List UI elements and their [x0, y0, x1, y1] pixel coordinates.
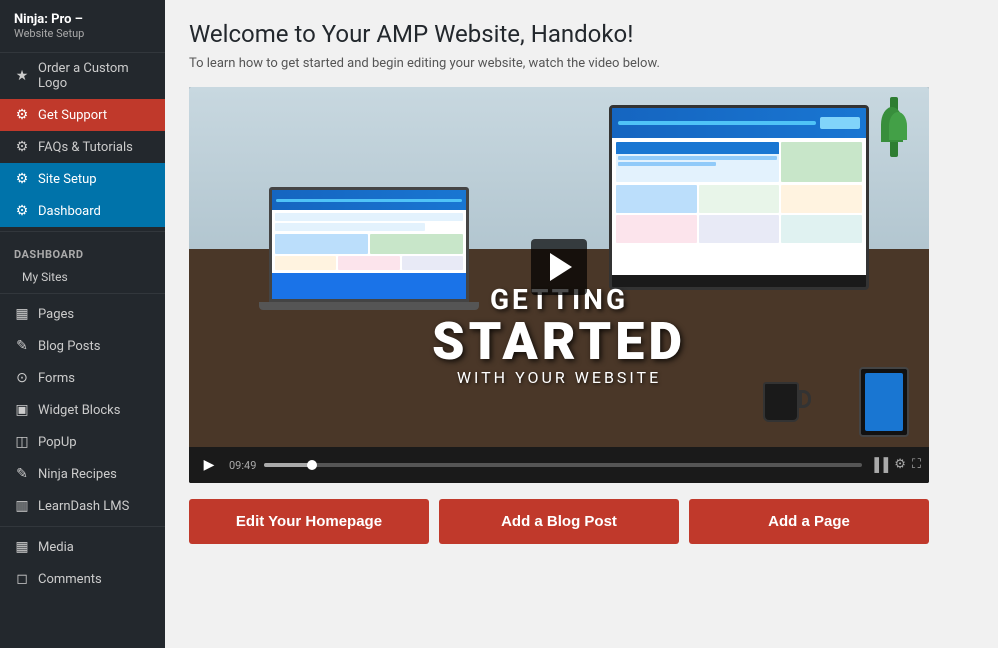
sidebar-item-label: LearnDash LMS [38, 499, 129, 514]
sidebar-item-label: Site Setup [38, 172, 97, 187]
sidebar-item-comments[interactable]: ◻ Comments [0, 563, 165, 595]
action-buttons: Edit Your Homepage Add a Blog Post Add a… [189, 499, 929, 544]
sidebar-item-label: Forms [38, 371, 75, 386]
recipes-icon: ✎ [14, 466, 30, 482]
comments-icon: ◻ [14, 571, 30, 587]
monitor-display [609, 105, 869, 290]
widget-icon: ▣ [14, 402, 30, 418]
sidebar-item-label: Comments [38, 572, 102, 587]
sidebar-item-label: Dashboard [38, 204, 101, 219]
sidebar-brand: Ninja: Pro – Website Setup [0, 0, 165, 53]
brand-sub: Website Setup [14, 27, 151, 40]
sidebar-item-blog-posts[interactable]: ✎ Blog Posts [0, 330, 165, 362]
sidebar-item-get-support[interactable]: ⚙ Get Support [0, 99, 165, 131]
sidebar-item-order-logo[interactable]: ★ Order a Custom Logo [0, 53, 165, 99]
fullscreen-icon[interactable]: ⛶ [912, 457, 921, 473]
popup-icon: ◫ [14, 434, 30, 450]
dashboard-icon: ⚙ [14, 203, 30, 219]
sidebar-section-dashboard: Dashboard [0, 236, 165, 265]
sidebar-item-forms[interactable]: ⊙ Forms [0, 362, 165, 394]
edit-homepage-button[interactable]: Edit Your Homepage [189, 499, 429, 544]
pages-icon: ▦ [14, 306, 30, 322]
sidebar-item-label: Ninja Recipes [38, 467, 117, 482]
sidebar-item-label: Media [38, 540, 74, 555]
gear-icon: ⚙ [14, 139, 30, 155]
add-page-button[interactable]: Add a Page [689, 499, 929, 544]
video-controls: ▶ 09:49 ▐▐ ⚙ ⛶ [189, 447, 929, 483]
sidebar-item-label: My Sites [22, 270, 68, 284]
sidebar-item-learndash[interactable]: ▥ LearnDash LMS [0, 490, 165, 522]
video-scene: GETTING STARTED WITH YOUR WEBSITE [189, 87, 929, 447]
sidebar-item-site-setup[interactable]: ⚙ Site Setup [0, 163, 165, 195]
plant-decoration [879, 97, 909, 177]
blog-icon: ✎ [14, 338, 30, 354]
star-icon: ★ [14, 68, 30, 84]
video-progress-dot [307, 460, 317, 470]
sidebar-item-pages[interactable]: ▦ Pages [0, 298, 165, 330]
sidebar-item-label: Blog Posts [38, 339, 100, 354]
settings-icon[interactable]: ⚙ [894, 457, 906, 473]
gear-icon: ⚙ [14, 171, 30, 187]
monitor-screen [612, 108, 866, 275]
video-container[interactable]: GETTING STARTED WITH YOUR WEBSITE ▶ 09:4… [189, 87, 929, 483]
sidebar-item-label: Get Support [38, 108, 107, 123]
gear-icon: ⚙ [14, 107, 30, 123]
video-control-icons: ▐▐ ⚙ ⛶ [870, 457, 921, 473]
sidebar-item-widget-blocks[interactable]: ▣ Widget Blocks [0, 394, 165, 426]
video-progress-bar[interactable] [264, 463, 861, 467]
video-text-overlay: GETTING STARTED WITH YOUR WEBSITE [189, 283, 929, 387]
main-content: Welcome to Your AMP Website, Handoko! To… [165, 0, 998, 648]
sidebar-item-label: FAQs & Tutorials [38, 140, 133, 155]
video-text-line2: STARTED [189, 316, 929, 368]
sidebar-item-faqs[interactable]: ⚙ FAQs & Tutorials [0, 131, 165, 163]
video-time: 09:49 [229, 459, 256, 472]
brand-name: Ninja: Pro – [14, 12, 151, 27]
monitor-header [612, 108, 866, 138]
forms-icon: ⊙ [14, 370, 30, 386]
video-text-line3: WITH YOUR WEBSITE [189, 368, 929, 387]
sidebar-item-label: Widget Blocks [38, 403, 120, 418]
sidebar-item-popup[interactable]: ◫ PopUp [0, 426, 165, 458]
volume-icon[interactable]: ▐▐ [870, 457, 888, 473]
play-button[interactable] [531, 239, 587, 295]
sidebar-item-my-sites[interactable]: My Sites [0, 265, 165, 289]
page-subtitle: To learn how to get started and begin ed… [189, 56, 974, 71]
lms-icon: ▥ [14, 498, 30, 514]
media-icon: ▦ [14, 539, 30, 555]
page-title: Welcome to Your AMP Website, Handoko! [189, 20, 974, 48]
sidebar-item-label: Pages [38, 307, 74, 322]
coffee-mug [763, 382, 799, 422]
play-icon [550, 253, 572, 281]
video-thumbnail: GETTING STARTED WITH YOUR WEBSITE [189, 87, 929, 447]
video-progress-filled [264, 463, 312, 467]
sidebar-item-label: Order a Custom Logo [38, 61, 151, 91]
add-blog-post-button[interactable]: Add a Blog Post [439, 499, 679, 544]
sidebar-item-media[interactable]: ▦ Media [0, 531, 165, 563]
sidebar-item-label: PopUp [38, 435, 77, 450]
video-play-button[interactable]: ▶ [197, 453, 221, 477]
active-indicator [161, 195, 165, 227]
sidebar: Ninja: Pro – Website Setup ★ Order a Cus… [0, 0, 165, 648]
sidebar-item-dashboard[interactable]: ⚙ Dashboard [0, 195, 165, 227]
sidebar-item-ninja-recipes[interactable]: ✎ Ninja Recipes [0, 458, 165, 490]
